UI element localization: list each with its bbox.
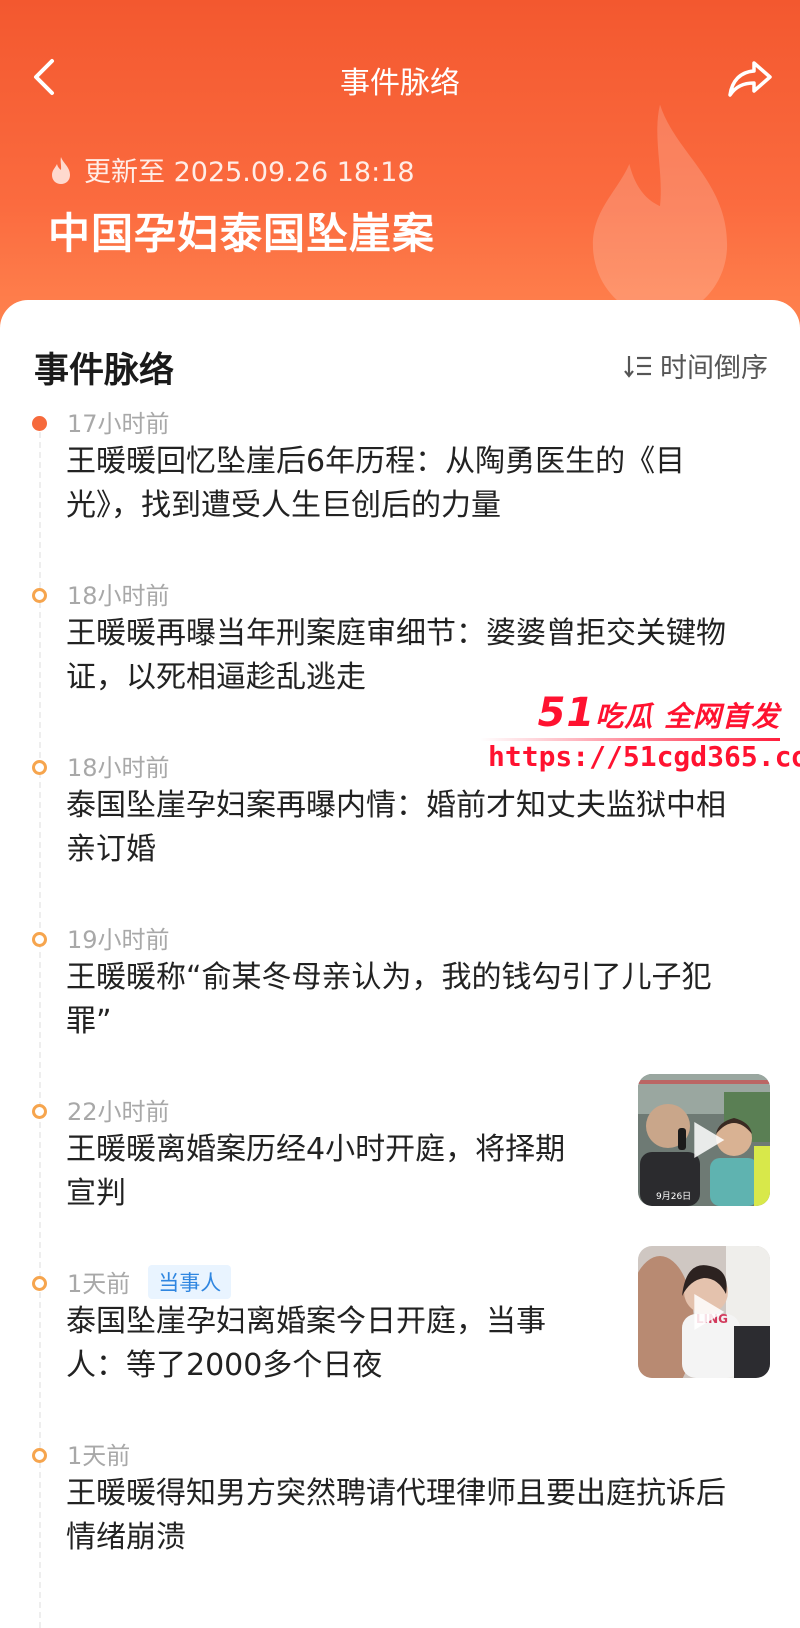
item-time: 1天前 <box>67 1442 131 1470</box>
timeline-dot <box>32 416 47 431</box>
item-headline: 泰国坠崖孕妇离婚案今日开庭，当事人：等了2000多个日夜 <box>66 1304 546 1383</box>
play-icon <box>694 1294 725 1330</box>
timeline-card: 事件脉络 时间倒序 17小时前 王暖暖回忆坠崖后6年历程：从陶勇医生的《目光》，… <box>0 300 800 1628</box>
topic-header: 事件脉络 更新至 2025.09.26 18:18 中国孕妇泰国坠崖案 <box>0 0 800 340</box>
section-title: 事件脉络 <box>34 351 175 391</box>
party-tag: 当事人 <box>148 1264 232 1299</box>
update-time: 更新至 2025.09.26 18:18 <box>48 150 415 189</box>
timeline-dot <box>32 932 47 947</box>
thumb-caption: 9月26日 <box>656 1192 692 1202</box>
item-headline: 王暖暖离婚案历经4小时开庭，将择期宣判 <box>66 1132 566 1211</box>
sort-icon <box>624 355 651 378</box>
play-icon <box>694 1122 725 1158</box>
item-time: 18小时前 <box>67 582 170 610</box>
share-icon[interactable] <box>726 57 774 101</box>
video-thumbnail[interactable]: LING <box>638 1246 770 1378</box>
timeline-dot <box>32 1448 47 1463</box>
nav-title: 事件脉络 <box>340 66 460 101</box>
video-thumbnail[interactable]: 9月26日 <box>638 1074 770 1206</box>
sort-toggle-button[interactable]: 时间倒序 <box>624 346 768 385</box>
timeline-dot <box>32 760 47 775</box>
item-headline: 王暖暖得知男方突然聘请代理律师且要出庭抗诉后情绪崩溃 <box>66 1476 726 1555</box>
fire-icon <box>52 156 70 184</box>
item-time: 19小时前 <box>67 926 170 954</box>
item-time: 22小时前 <box>67 1098 170 1126</box>
item-headline: 王暖暖再曝当年刑案庭审细节：婆婆曾拒交关键物证，以死相逼趁乱逃走 <box>66 616 726 695</box>
timeline-dot <box>32 588 47 603</box>
item-headline: 王暖暖回忆坠崖后6年历程：从陶勇医生的《目光》，找到遭受人生巨创后的力量 <box>66 444 686 523</box>
timeline-dot <box>32 1276 47 1291</box>
flame-background-icon <box>592 104 728 318</box>
item-headline: 泰国坠崖孕妇案再曝内情：婚前才知丈夫监狱中相亲订婚 <box>66 788 726 867</box>
update-time-text: 更新至 2025.09.26 18:18 <box>84 157 415 188</box>
item-time: 1天前 <box>67 1270 131 1298</box>
item-headline: 王暖暖称“俞某冬母亲认为，我的钱勾引了儿子犯罪” <box>66 960 712 1039</box>
sort-label: 时间倒序 <box>660 353 768 384</box>
item-time: 18小时前 <box>67 754 170 782</box>
topic-title: 中国孕妇泰国坠崖案 <box>48 209 436 258</box>
item-time: 17小时前 <box>67 410 170 438</box>
timeline-dot <box>32 1104 47 1119</box>
